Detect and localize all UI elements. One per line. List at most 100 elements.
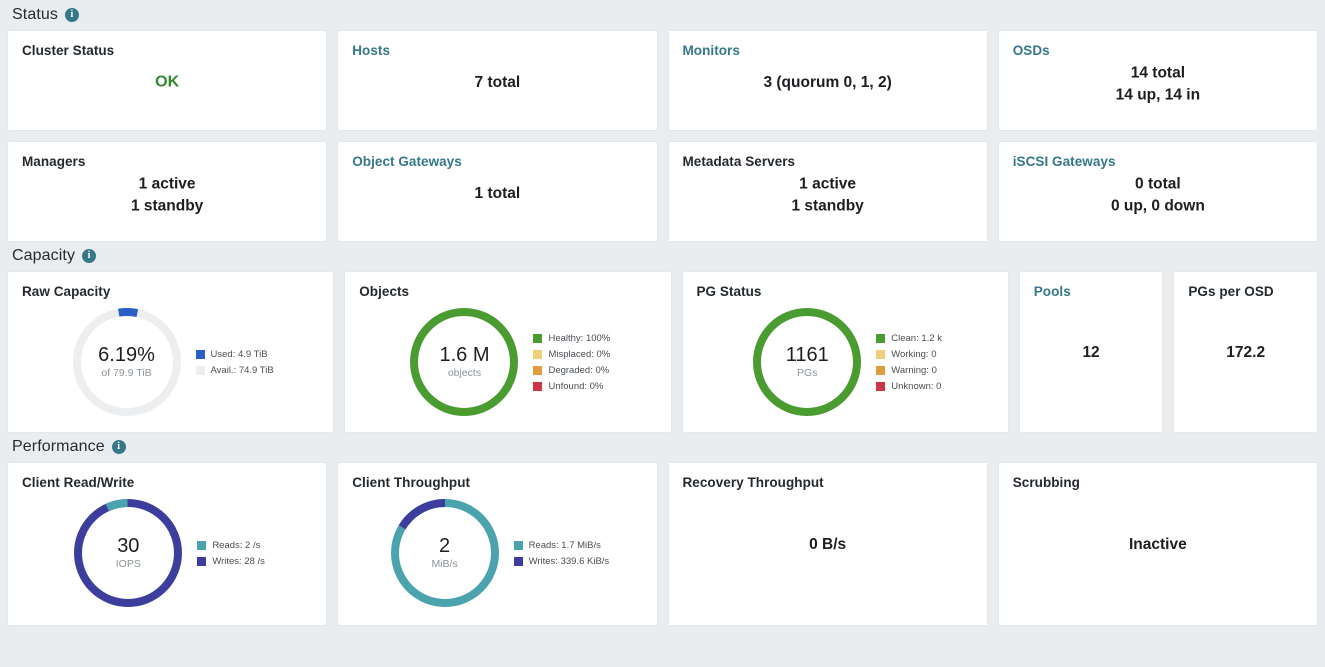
legend-label: Reads: 1.7 MiB/s bbox=[528, 539, 601, 551]
card-title: PGs per OSD bbox=[1188, 284, 1274, 299]
legend-item: Used: 4.9 TiB bbox=[195, 348, 274, 360]
dashboard-page: Status i Cluster Status OK Hosts 7 total… bbox=[0, 0, 1325, 667]
donut-center: 30 IOPS bbox=[69, 494, 187, 612]
legend-item: Healthy: 100% bbox=[533, 333, 610, 344]
status-line: 14 total bbox=[1130, 64, 1185, 82]
section-header-performance: Performance i bbox=[8, 432, 1317, 463]
info-icon[interactable]: i bbox=[64, 8, 79, 22]
status-line: 1 total bbox=[474, 184, 521, 202]
capacity-narrow-cards: Pools 12 PGs per OSD 172.2 bbox=[1019, 272, 1317, 432]
legend-client-throughput: Reads: 1.7 MiB/s Writes: 339.6 KiB/s bbox=[513, 539, 610, 567]
legend-item: Misplaced: 0% bbox=[533, 349, 610, 360]
legend-swatch-avail bbox=[195, 365, 205, 375]
card-pg-status: PG Status 1161 PGs Clean: 1.2 k Working:… bbox=[682, 272, 1008, 432]
status-value: 1 active 1 standby bbox=[8, 173, 326, 217]
chart-body: 1.6 M objects Healthy: 100% Misplaced: 0… bbox=[359, 301, 656, 423]
legend-item: Clean: 1.2 k bbox=[876, 333, 942, 344]
card-hosts: Hosts 7 total bbox=[338, 31, 657, 130]
card-pools: Pools 12 bbox=[1019, 272, 1163, 432]
legend-swatch-writes bbox=[513, 556, 523, 566]
scrubbing-value: Inactive bbox=[1129, 535, 1187, 553]
legend-label: Used: 4.9 TiB bbox=[210, 348, 268, 360]
status-value: 0 total 0 up, 0 down bbox=[999, 173, 1317, 217]
status-value: 14 total 14 up, 14 in bbox=[999, 62, 1317, 106]
donut-chart-client-throughput[interactable]: 2 MiB/s bbox=[386, 494, 504, 612]
legend-label: Healthy: 100% bbox=[548, 332, 611, 344]
status-line: 0 total bbox=[1135, 175, 1181, 193]
donut-center: 1161 PGs bbox=[748, 303, 866, 421]
legend-label: Writes: 339.6 KiB/s bbox=[528, 555, 610, 567]
donut-chart-raw-capacity[interactable]: 6.19% of 79.9 TiB bbox=[68, 303, 186, 421]
donut-center: 1.6 M objects bbox=[405, 303, 523, 421]
section-header-status: Status i bbox=[8, 0, 1317, 31]
status-line: 14 up, 14 in bbox=[1115, 86, 1201, 104]
donut-main-value: 6.19% bbox=[98, 344, 155, 367]
legend-swatch-unknown bbox=[876, 381, 886, 391]
info-icon[interactable]: i bbox=[82, 249, 97, 263]
legend-label: Reads: 2 /s bbox=[212, 539, 261, 551]
donut-chart-objects[interactable]: 1.6 M objects bbox=[405, 303, 523, 421]
donut-chart-client-read-write[interactable]: 30 IOPS bbox=[69, 494, 187, 612]
card-client-read-write: Client Read/Write 30 IOPS Reads: 2 /s Wr… bbox=[8, 463, 327, 625]
donut-center: 2 MiB/s bbox=[386, 494, 504, 612]
status-value: 7 total bbox=[338, 71, 656, 93]
status-value: 1 total bbox=[338, 182, 656, 204]
donut-center: 6.19% of 79.9 TiB bbox=[68, 303, 186, 421]
card-title-link-hosts[interactable]: Hosts bbox=[352, 43, 642, 58]
card-title-link-pools[interactable]: Pools bbox=[1034, 284, 1149, 299]
status-value: OK bbox=[8, 71, 326, 94]
card-title: Objects bbox=[359, 284, 410, 299]
legend-swatch-healthy bbox=[533, 333, 543, 343]
legend-client-read-write: Reads: 2 /s Writes: 28 /s bbox=[197, 540, 265, 567]
card-title-link-monitors[interactable]: Monitors bbox=[683, 43, 973, 58]
card-title: Managers bbox=[22, 154, 86, 169]
card-title: Client Throughput bbox=[352, 475, 471, 490]
card-title: Recovery Throughput bbox=[682, 475, 824, 490]
card-title: Scrubbing bbox=[1012, 475, 1080, 490]
legend-swatch-misplaced bbox=[533, 349, 543, 359]
card-osds: OSDs 14 total 14 up, 14 in bbox=[998, 31, 1317, 130]
legend-swatch-working bbox=[876, 349, 886, 359]
legend-item: Writes: 339.6 KiB/s bbox=[513, 555, 610, 567]
legend-raw-capacity: Used: 4.9 TiB Avail.: 74.9 TiB bbox=[195, 348, 274, 376]
legend-label: Misplaced: 0% bbox=[548, 348, 611, 360]
card-recovery-throughput: Recovery Throughput 0 B/s bbox=[668, 463, 987, 625]
card-scrubbing: Scrubbing Inactive bbox=[998, 463, 1317, 625]
donut-main-value: 2 bbox=[439, 535, 451, 558]
card-client-throughput: Client Throughput 2 MiB/s Reads: 1.7 MiB… bbox=[338, 463, 657, 625]
donut-sub-label: PGs bbox=[797, 367, 818, 380]
legend-swatch-reads bbox=[197, 540, 207, 550]
status-row-1: Cluster Status OK Hosts 7 total Monitors… bbox=[8, 31, 1317, 130]
legend-label: Working: 0 bbox=[891, 348, 937, 360]
card-pgs-per-osd: PGs per OSD 172.2 bbox=[1174, 272, 1317, 432]
chart-body: 1161 PGs Clean: 1.2 k Working: 0 Warning… bbox=[697, 301, 994, 423]
chart-body: 6.19% of 79.9 TiB Used: 4.9 TiB Avail.: … bbox=[22, 301, 319, 423]
legend-swatch-warning bbox=[876, 365, 886, 375]
legend-swatch-reads bbox=[513, 540, 523, 550]
card-title: Client Read/Write bbox=[22, 475, 135, 490]
legend-item: Reads: 2 /s bbox=[197, 540, 265, 551]
card-title-link-iscsi-gateways[interactable]: iSCSI Gateways bbox=[1013, 154, 1303, 169]
card-title: PG Status bbox=[696, 284, 762, 299]
card-title-link-object-gateways[interactable]: Object Gateways bbox=[352, 154, 642, 169]
card-title: Raw Capacity bbox=[22, 284, 111, 299]
chart-body: 30 IOPS Reads: 2 /s Writes: 28 /s bbox=[22, 492, 312, 614]
donut-sub-label: IOPS bbox=[115, 558, 141, 571]
card-title-link-osds[interactable]: OSDs bbox=[1013, 43, 1303, 58]
card-title: Metadata Servers bbox=[682, 154, 796, 169]
pools-value: 12 bbox=[1082, 343, 1100, 361]
section-title-capacity: Capacity bbox=[12, 247, 76, 264]
legend-item: Reads: 1.7 MiB/s bbox=[513, 539, 610, 551]
card-raw-capacity: Raw Capacity 6.19% of 79.9 TiB Used: 4.9… bbox=[8, 272, 334, 432]
legend-label: Unknown: 0 bbox=[891, 380, 942, 392]
donut-chart-pg-status[interactable]: 1161 PGs bbox=[748, 303, 866, 421]
legend-item: Unfound: 0% bbox=[533, 381, 610, 392]
status-row-2: Managers 1 active 1 standby Object Gatew… bbox=[8, 142, 1317, 241]
legend-item: Warning: 0 bbox=[876, 365, 942, 376]
info-icon[interactable]: i bbox=[111, 440, 126, 454]
legend-item: Avail.: 74.9 TiB bbox=[195, 365, 274, 376]
legend-item: Degraded: 0% bbox=[533, 365, 610, 376]
status-line: 1 active bbox=[138, 175, 196, 193]
legend-label: Unfound: 0% bbox=[548, 380, 604, 392]
section-header-capacity: Capacity i bbox=[8, 241, 1317, 272]
